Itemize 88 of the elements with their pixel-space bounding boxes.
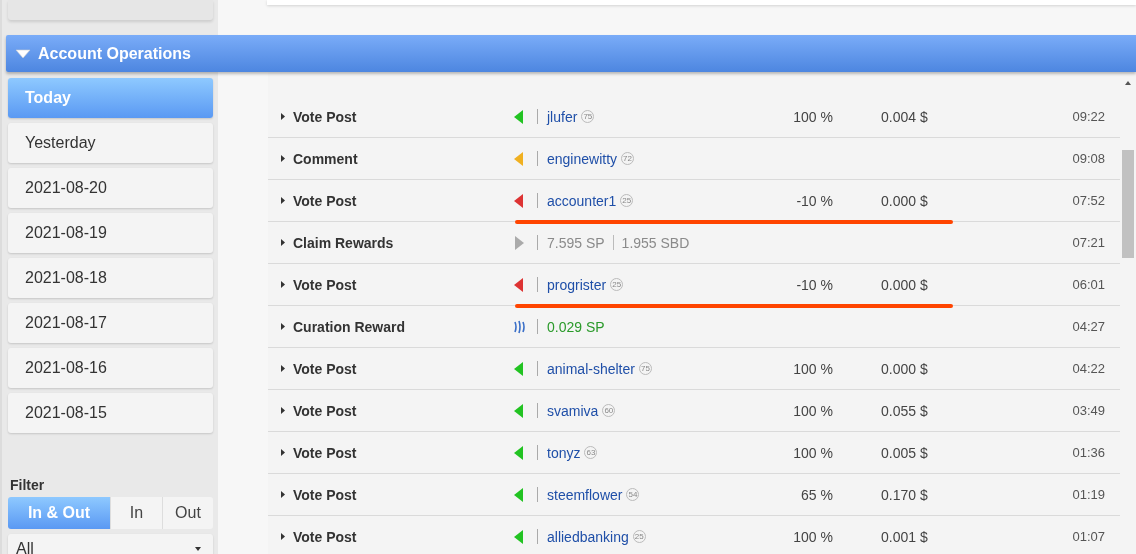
account-link[interactable]: jlufer [547,108,578,125]
triangle-icon [513,151,525,166]
operation-time: 01:36 [1072,445,1105,460]
vote-weight: 100 % [793,444,833,461]
caret-icon [195,546,201,551]
operation-type[interactable]: Vote Post [293,192,357,209]
operation-type[interactable]: Vote Post [293,360,357,377]
vote-weight: 100 % [793,528,833,545]
amount: 7.595 SP [547,234,605,251]
caret-icon [281,113,285,120]
triangle-icon [513,487,525,502]
caret-icon [281,281,285,288]
caret-icon [281,407,285,414]
operation-type[interactable]: Vote Post [293,486,357,503]
amount: 1.955 SBD [621,234,690,251]
caret-icon [281,197,285,204]
operation-time: 07:52 [1072,193,1105,208]
operation-time: 09:22 [1072,109,1105,124]
caret-icon [281,365,285,372]
account-link[interactable]: tonyz [547,444,581,461]
operation-time: 07:21 [1072,235,1105,250]
account-link[interactable]: progrister [547,276,607,293]
account-link[interactable]: alliedbanking [547,528,629,545]
operation-type[interactable]: Vote Post [293,528,357,545]
vote-weight: -10 % [796,276,833,293]
vote-weight: 100 % [793,360,833,377]
waves-icon [513,319,525,334]
date-item[interactable]: 2021-08-19 [8,213,213,253]
triangle-icon [513,445,525,460]
date-item[interactable]: 2021-08-17 [8,303,213,343]
account-link[interactable]: animal-shelter [547,360,635,377]
caret-icon [281,449,285,456]
triangle-icon [513,235,525,250]
operation-type[interactable]: Vote Post [293,402,357,419]
operation-type[interactable]: Vote Post [293,444,357,461]
filter-option[interactable]: In [110,497,162,529]
date-item[interactable]: 2021-08-16 [8,348,213,388]
section-title: Account Operations [38,44,191,63]
operation-type[interactable]: Claim Rewards [293,234,394,251]
operation-type[interactable]: Comment [293,150,358,167]
operation-time: 04:27 [1072,319,1105,334]
dropdown[interactable]: All [8,534,213,554]
caret-icon [15,47,31,60]
date-item[interactable]: Yesterday [8,123,213,163]
triangle-icon [513,277,525,292]
account-link[interactable]: accounter1 [547,192,617,209]
vote-value: 0.005 $ [881,444,928,461]
amount: 0.029 SP [547,318,605,335]
vote-weight: 100 % [793,108,833,125]
date-item[interactable]: 2021-08-18 [8,258,213,298]
operation-time: 03:49 [1072,403,1105,418]
vote-value: 0.000 $ [881,360,928,377]
vote-value: 0.170 $ [881,486,928,503]
triangle-icon [513,403,525,418]
date-item[interactable]: 2021-08-20 [8,168,213,208]
caret-icon [281,491,285,498]
triangle-icon [513,109,525,124]
triangle-icon [513,361,525,376]
caret-icon [281,155,285,162]
vote-value: 0.000 $ [881,276,928,293]
operation-type[interactable]: Vote Post [293,276,357,293]
account-link[interactable]: steemflower [547,486,623,503]
operation-time: 06:01 [1072,277,1105,292]
date-item[interactable]: 2021-08-15 [8,393,213,433]
account-link[interactable]: enginewitty [547,150,618,167]
triangle-icon [513,193,525,208]
caret-icon [281,533,285,540]
operation-time: 01:19 [1072,487,1105,502]
account-link[interactable]: svamiva [547,402,599,419]
vote-value: 0.055 $ [881,402,928,419]
operation-type[interactable]: Vote Post [293,108,357,125]
scrollbar-thumb[interactable] [1122,150,1134,258]
triangle-icon [513,529,525,544]
vote-value: 0.004 $ [881,108,928,125]
operation-time: 01:07 [1072,529,1105,544]
vote-weight: 65 % [801,486,833,503]
filter-label: Filter [10,477,45,493]
operation-time: 09:08 [1072,151,1105,166]
arrow-up-icon[interactable] [1125,81,1131,85]
operation-time: 04:22 [1072,361,1105,376]
caret-icon [281,239,285,246]
vote-weight: -10 % [796,192,833,209]
vote-weight: 100 % [793,402,833,419]
filter-option[interactable]: Out [162,497,213,529]
caret-icon [281,323,285,330]
operation-type[interactable]: Curation Reward [293,318,405,335]
vote-value: 0.001 $ [881,528,928,545]
vote-value: 0.000 $ [881,192,928,209]
